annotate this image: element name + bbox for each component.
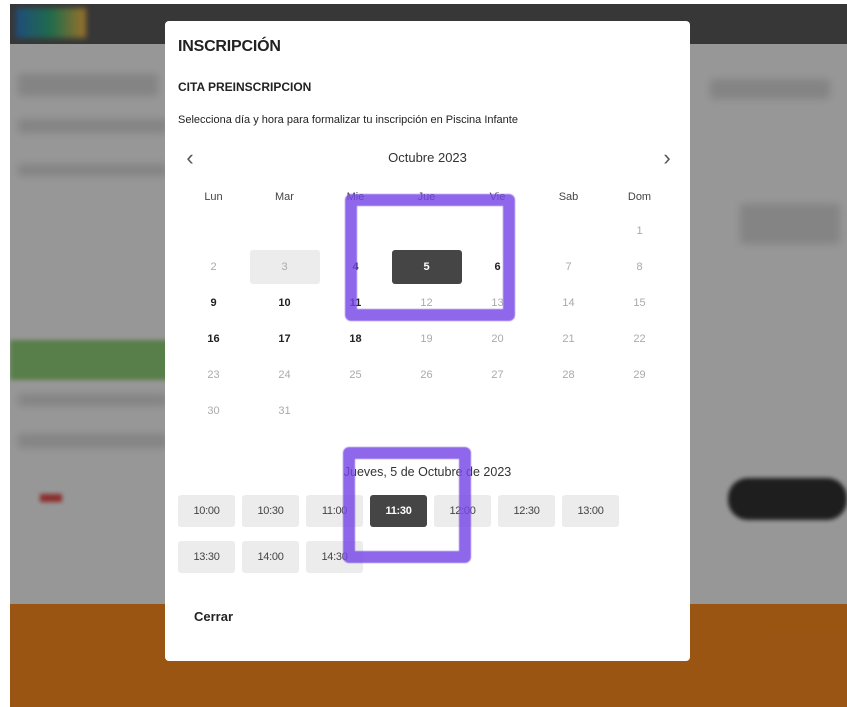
calendar-week: 2 3 4 5 6 7 8 bbox=[178, 249, 676, 285]
time-slot[interactable]: 12:00 bbox=[434, 495, 491, 527]
calendar-day: 14 bbox=[533, 285, 604, 321]
calendar-day-number: 19 bbox=[420, 333, 433, 345]
calendar-week: 23 24 25 26 27 28 29 bbox=[178, 357, 676, 393]
close-button[interactable]: Cerrar bbox=[194, 609, 233, 624]
calendar-week: 16 17 18 19 20 21 22 bbox=[178, 321, 676, 357]
modal-description: Selecciona día y hora para formalizar tu… bbox=[178, 114, 518, 126]
calendar-day-number: 5 bbox=[391, 250, 462, 284]
calendar-day-number: 29 bbox=[633, 369, 646, 381]
calendar-day: 28 bbox=[533, 357, 604, 393]
calendar-day: 3 bbox=[249, 249, 320, 285]
time-slot[interactable]: 14:30 bbox=[306, 541, 363, 573]
weekday-label: Mie bbox=[346, 191, 365, 203]
calendar-day: 22 bbox=[604, 321, 675, 357]
time-slot[interactable]: 14:00 bbox=[242, 541, 299, 573]
calendar-day-number: 23 bbox=[207, 369, 220, 381]
weekday-header: Lun Mar Mie Jue Vie Sab Dom bbox=[178, 183, 676, 213]
weekday-label: Dom bbox=[627, 191, 652, 203]
calendar-day-number: 8 bbox=[636, 261, 643, 273]
calendar-day-number: 27 bbox=[491, 369, 504, 381]
calendar-day: 2 bbox=[178, 249, 249, 285]
registration-modal: INSCRIPCIÓN CITA PREINSCRIPCION Seleccio… bbox=[165, 21, 690, 661]
calendar-day-number: 13 bbox=[491, 297, 504, 309]
calendar-day-number: 6 bbox=[494, 261, 501, 273]
calendar-day-number: 3 bbox=[249, 250, 320, 284]
calendar-day: 8 bbox=[604, 249, 675, 285]
calendar-day: 27 bbox=[462, 357, 533, 393]
calendar-day-number: 31 bbox=[278, 405, 291, 417]
chevron-right-icon[interactable]: › bbox=[655, 145, 679, 171]
weekday-label: Jue bbox=[417, 191, 436, 203]
calendar-day-number: 10 bbox=[278, 297, 291, 309]
calendar-grid: Lun Mar Mie Jue Vie Sab Dom 1 2 3 4 5 6 7 8 9 10 11 12 13 1… bbox=[178, 183, 676, 429]
calendar-day: 7 bbox=[533, 249, 604, 285]
calendar-day-number: 24 bbox=[278, 369, 291, 381]
calendar-day[interactable]: 9 bbox=[178, 285, 249, 321]
calendar-day[interactable]: 4 bbox=[320, 249, 391, 285]
calendar-week: 30 31 bbox=[178, 393, 676, 429]
weekday-label: Mar bbox=[275, 191, 294, 203]
calendar-day: 19 bbox=[391, 321, 462, 357]
calendar-day-number: 14 bbox=[562, 297, 575, 309]
calendar-day-selected[interactable]: 5 bbox=[391, 249, 462, 285]
calendar-day-number: 26 bbox=[420, 369, 433, 381]
calendar-day: 15 bbox=[604, 285, 675, 321]
calendar-month-label: Octubre 2023 bbox=[388, 150, 467, 165]
calendar-day[interactable]: 18 bbox=[320, 321, 391, 357]
calendar-day[interactable]: 17 bbox=[249, 321, 320, 357]
calendar-day[interactable]: 6 bbox=[462, 249, 533, 285]
calendar-day-number: 15 bbox=[633, 297, 646, 309]
calendar-day[interactable]: 10 bbox=[249, 285, 320, 321]
calendar-day: 21 bbox=[533, 321, 604, 357]
time-slot[interactable]: 11:00 bbox=[306, 495, 363, 527]
time-slot[interactable]: 10:00 bbox=[178, 495, 235, 527]
calendar-day: 13 bbox=[462, 285, 533, 321]
calendar-day: 24 bbox=[249, 357, 320, 393]
time-slot[interactable]: 13:00 bbox=[562, 495, 619, 527]
calendar-day: 25 bbox=[320, 357, 391, 393]
calendar-day-number: 21 bbox=[562, 333, 575, 345]
selected-date-label: Jueves, 5 de Octubre de 2023 bbox=[343, 465, 512, 479]
calendar-day-number: 20 bbox=[491, 333, 504, 345]
calendar-day-number: 18 bbox=[349, 333, 362, 345]
calendar-day: 23 bbox=[178, 357, 249, 393]
calendar-day: 26 bbox=[391, 357, 462, 393]
calendar-day[interactable]: 11 bbox=[320, 285, 391, 321]
calendar-day: 29 bbox=[604, 357, 675, 393]
time-slot-selected[interactable]: 11:30 bbox=[370, 495, 427, 527]
calendar-day: 31 bbox=[249, 393, 320, 429]
calendar-day[interactable]: 16 bbox=[178, 321, 249, 357]
calendar-week: 9 10 11 12 13 14 15 bbox=[178, 285, 676, 321]
calendar-day-number: 2 bbox=[210, 261, 217, 273]
calendar-day-number: 25 bbox=[349, 369, 362, 381]
modal-title: INSCRIPCIÓN bbox=[178, 38, 281, 55]
calendar-day-number: 17 bbox=[278, 333, 291, 345]
calendar-day-number: 4 bbox=[352, 261, 359, 273]
weekday-label: Lun bbox=[204, 191, 223, 203]
weekday-label: Sab bbox=[558, 191, 579, 203]
time-slot[interactable]: 10:30 bbox=[242, 495, 299, 527]
calendar-day-number: 11 bbox=[349, 297, 362, 309]
calendar-day-number: 28 bbox=[562, 369, 575, 381]
calendar-day-number: 1 bbox=[636, 225, 643, 237]
weekday-label: Vie bbox=[489, 191, 506, 203]
calendar-day-number: 16 bbox=[207, 333, 220, 345]
calendar-day: 1 bbox=[604, 213, 675, 249]
time-slot[interactable]: 12:30 bbox=[498, 495, 555, 527]
time-slot[interactable]: 13:30 bbox=[178, 541, 235, 573]
modal-subtitle: CITA PREINSCRIPCION bbox=[178, 80, 312, 94]
calendar-day-number: 30 bbox=[207, 405, 220, 417]
calendar-week: 1 bbox=[178, 213, 676, 249]
calendar-day: 20 bbox=[462, 321, 533, 357]
calendar-day-number: 9 bbox=[210, 297, 217, 309]
calendar-day: 30 bbox=[178, 393, 249, 429]
calendar-day-number: 7 bbox=[565, 261, 572, 273]
calendar-day-number: 22 bbox=[633, 333, 646, 345]
calendar-day-number: 12 bbox=[420, 297, 433, 309]
calendar-day: 12 bbox=[391, 285, 462, 321]
